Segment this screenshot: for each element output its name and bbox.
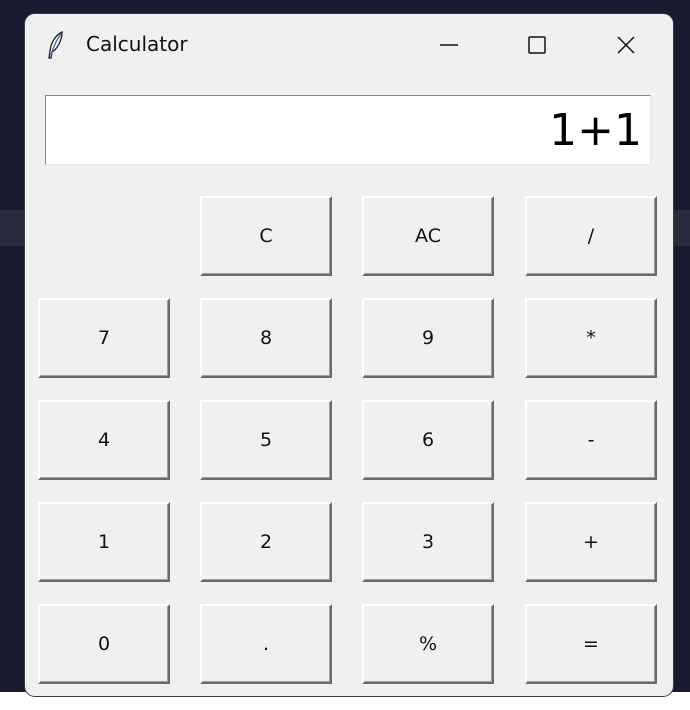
minimize-button[interactable]	[405, 14, 493, 76]
digit-1-button[interactable]: 1	[38, 502, 170, 582]
window-title: Calculator	[86, 32, 188, 56]
all-clear-button[interactable]: AC	[362, 196, 494, 276]
close-button[interactable]	[582, 14, 670, 76]
maximize-icon	[527, 35, 547, 55]
digit-5-button[interactable]: 5	[200, 400, 332, 480]
digit-8-button[interactable]: 8	[200, 298, 332, 378]
add-button[interactable]: +	[525, 502, 657, 582]
close-icon	[616, 35, 636, 55]
decimal-point-button[interactable]: .	[200, 604, 332, 684]
subtract-button[interactable]: -	[525, 400, 657, 480]
digit-4-button[interactable]: 4	[38, 400, 170, 480]
calculator-window: Calculator 1+1 C AC / 7 8 9 * 4 5 6 - 1 …	[25, 14, 673, 696]
digit-7-button[interactable]: 7	[38, 298, 170, 378]
expression-display[interactable]: 1+1	[45, 95, 651, 165]
digit-2-button[interactable]: 2	[200, 502, 332, 582]
digit-9-button[interactable]: 9	[362, 298, 494, 378]
feather-icon	[47, 30, 65, 59]
maximize-button[interactable]	[493, 14, 581, 76]
divide-button[interactable]: /	[525, 196, 657, 276]
display-value: 1+1	[549, 105, 642, 156]
digit-0-button[interactable]: 0	[38, 604, 170, 684]
multiply-button[interactable]: *	[525, 298, 657, 378]
title-bar[interactable]: Calculator	[25, 14, 673, 76]
minimize-icon	[439, 35, 459, 55]
percent-button[interactable]: %	[362, 604, 494, 684]
digit-3-button[interactable]: 3	[362, 502, 494, 582]
digit-6-button[interactable]: 6	[362, 400, 494, 480]
clear-button[interactable]: C	[200, 196, 332, 276]
equals-button[interactable]: =	[525, 604, 657, 684]
